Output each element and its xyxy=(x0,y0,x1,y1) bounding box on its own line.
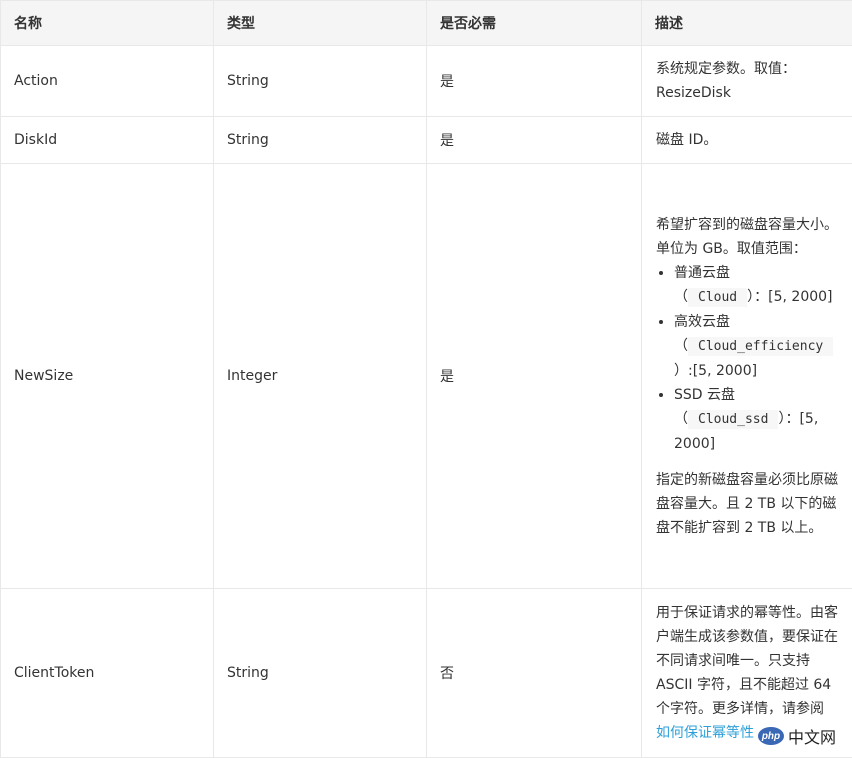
param-type: String xyxy=(213,588,427,758)
idempotence-link[interactable]: 如何保证幂等性 xyxy=(656,725,754,741)
param-type: String xyxy=(213,45,427,117)
code-value: Cloud xyxy=(688,287,748,307)
param-type: String xyxy=(213,116,427,164)
paren-open: （ xyxy=(674,288,688,305)
table-header-row: 名称 类型 是否必需 描述 xyxy=(0,0,852,46)
description-text: 用于保证请求的幂等性。由客户端生成该参数值，要保证在不同请求间唯一。只支持 AS… xyxy=(656,605,838,717)
param-required: 是 xyxy=(426,45,642,117)
paren-open: （ xyxy=(674,337,688,354)
range-text: ）：[5, 2000] xyxy=(747,288,833,305)
param-name: Action xyxy=(0,45,214,117)
list-item: 高效云盘 （Cloud_efficiency ）:[5, 2000] xyxy=(674,310,840,383)
param-type: Integer xyxy=(213,163,427,589)
value-range-list: 普通云盘（Cloud）：[5, 2000] 高效云盘（Cloud_efficie… xyxy=(656,261,840,456)
table-row: DiskId String 是 磁盘 ID。 xyxy=(0,116,852,164)
range-text: ）:[5, 2000] xyxy=(674,362,758,379)
table-row: Action String 是 系统规定参数。取值：ResizeDisk xyxy=(0,45,852,117)
header-type: 类型 xyxy=(213,0,427,46)
param-name: DiskId xyxy=(0,116,214,164)
paren-open: （ xyxy=(674,410,688,427)
param-description: 磁盘 ID。 xyxy=(641,116,852,164)
watermark-text: 中文网 xyxy=(788,730,837,747)
header-required: 是否必需 xyxy=(426,0,642,46)
param-required: 否 xyxy=(426,588,642,758)
disk-type-label: SSD 云盘 xyxy=(674,386,736,403)
parameter-table: 名称 类型 是否必需 描述 Action String 是 系统规定参数。取值：… xyxy=(0,0,852,758)
param-description: 系统规定参数。取值：ResizeDisk xyxy=(641,45,852,117)
table-row: NewSize Integer 是 希望扩容到的磁盘容量大小。单位为 GB。取值… xyxy=(0,163,852,589)
php-logo-icon: php xyxy=(758,727,784,745)
param-description: 希望扩容到的磁盘容量大小。单位为 GB。取值范围： 普通云盘（Cloud）：[5… xyxy=(641,163,852,589)
list-item: 普通云盘 （Cloud）：[5, 2000] xyxy=(674,261,840,310)
header-description: 描述 xyxy=(641,0,852,46)
description-note: 指定的新磁盘容量必须比原磁盘容量大。且 2 TB 以下的磁盘不能扩容到 2 TB… xyxy=(656,471,838,536)
code-value: Cloud_efficiency xyxy=(688,336,834,356)
disk-type-label: 普通云盘 xyxy=(674,264,730,281)
disk-type-label: 高效云盘 xyxy=(674,313,730,330)
list-item: SSD 云盘（Cloud_ssd）：[5, 2000] xyxy=(674,383,840,456)
table-row: ClientToken String 否 用于保证请求的幂等性。由客户端生成该参… xyxy=(0,588,852,758)
code-value: Cloud_ssd xyxy=(688,409,779,429)
param-required: 是 xyxy=(426,116,642,164)
header-name: 名称 xyxy=(0,0,214,46)
param-name: NewSize xyxy=(0,163,214,589)
param-name: ClientToken xyxy=(0,588,214,758)
site-watermark: php 中文网 xyxy=(758,724,836,748)
description-intro: 希望扩容到的磁盘容量大小。单位为 GB。取值范围： xyxy=(656,216,838,257)
param-required: 是 xyxy=(426,163,642,589)
